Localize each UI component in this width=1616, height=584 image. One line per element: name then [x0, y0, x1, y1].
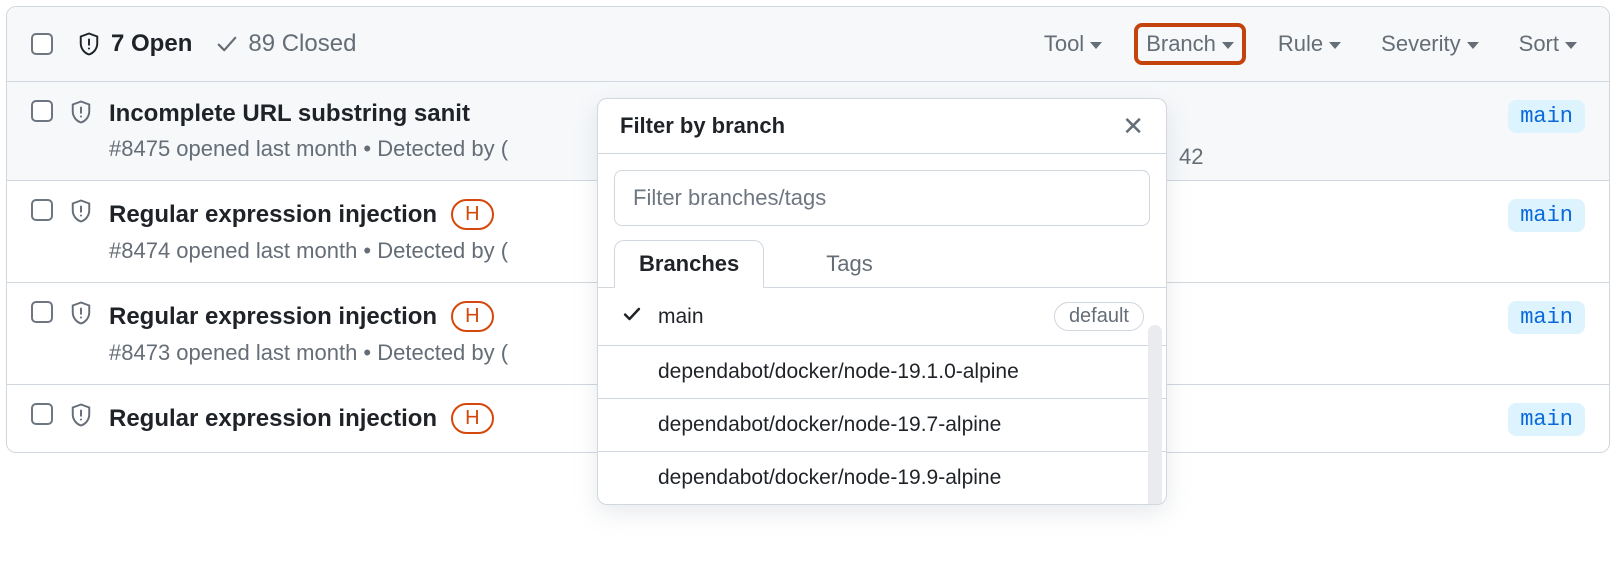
closed-alerts-tab[interactable]: 89 Closed [216, 30, 356, 58]
shield-alert-icon [69, 199, 93, 223]
branch-filter-dropdown: Filter by branch ✕ Branches Tags maindef… [597, 98, 1167, 505]
tab-branches[interactable]: Branches [614, 240, 764, 288]
filter-tool[interactable]: Tool [1036, 25, 1110, 63]
dropdown-title: Filter by branch [620, 113, 785, 139]
select-all-checkbox[interactable] [31, 33, 53, 55]
branch-item[interactable]: dependabot/docker/node-19.7-alpine [598, 399, 1166, 452]
alert-checkbox[interactable] [31, 199, 53, 221]
chevron-down-icon [1222, 42, 1234, 49]
shield-alert-icon [77, 32, 101, 56]
alert-checkbox[interactable] [31, 403, 53, 425]
alert-title[interactable]: Incomplete URL substring sanit [109, 100, 470, 128]
check-icon [216, 33, 238, 55]
alert-title[interactable]: Regular expression injection [109, 201, 437, 229]
branch-name: main [658, 305, 1040, 329]
open-alerts-tab[interactable]: 7 Open [77, 30, 192, 58]
chevron-down-icon [1329, 42, 1341, 49]
branch-badge[interactable]: main [1508, 100, 1585, 133]
branch-name: dependabot/docker/node-19.9-alpine [658, 466, 1144, 490]
branch-badge[interactable]: main [1508, 403, 1585, 436]
branch-list: main default dependabot/docker/node-19.1.0… [598, 287, 1166, 504]
branch-badge[interactable]: main [1508, 301, 1585, 334]
close-icon[interactable]: ✕ [1122, 113, 1144, 139]
alert-checkbox[interactable] [31, 301, 53, 323]
chevron-down-icon [1565, 42, 1577, 49]
branch-name: dependabot/docker/node-19.7-alpine [658, 413, 1144, 437]
alert-checkbox[interactable] [31, 100, 53, 122]
branch-badge[interactable]: main [1508, 199, 1585, 232]
filter-branch[interactable]: Branch [1134, 23, 1246, 65]
chevron-down-icon [1090, 42, 1102, 49]
dropdown-tabs: Branches Tags [614, 240, 1150, 287]
branch-filter-input[interactable] [614, 170, 1150, 226]
alert-title[interactable]: Regular expression injection [109, 405, 437, 433]
severity-badge: H [451, 301, 493, 332]
shield-alert-icon [69, 403, 93, 427]
severity-badge: H [451, 199, 493, 230]
branch-name: dependabot/docker/node-19.1.0-alpine [658, 360, 1144, 384]
check-icon [620, 304, 644, 330]
chevron-down-icon [1467, 42, 1479, 49]
alerts-header: 7 Open 89 Closed Tool Branch Rule Severi… [7, 7, 1609, 82]
shield-alert-icon [69, 100, 93, 124]
shield-alert-icon [69, 301, 93, 325]
branch-item[interactable]: dependabot/docker/node-19.1.0-alpine [598, 346, 1166, 399]
scrollbar[interactable] [1148, 325, 1162, 505]
tab-tags[interactable]: Tags [802, 241, 896, 287]
filter-severity[interactable]: Severity [1373, 25, 1486, 63]
branch-item[interactable]: main default [598, 288, 1166, 346]
filter-sort[interactable]: Sort [1511, 25, 1585, 63]
severity-badge: H [451, 403, 493, 434]
alert-title[interactable]: Regular expression injection [109, 303, 437, 331]
closed-count-text: 89 Closed [248, 30, 356, 58]
row-tail-number: 42 [1179, 144, 1203, 170]
filter-rule[interactable]: Rule [1270, 25, 1349, 63]
default-badge: default [1054, 302, 1144, 331]
open-count-text: 7 Open [111, 30, 192, 58]
branch-item[interactable]: dependabot/docker/node-19.9-alpine [598, 452, 1166, 504]
